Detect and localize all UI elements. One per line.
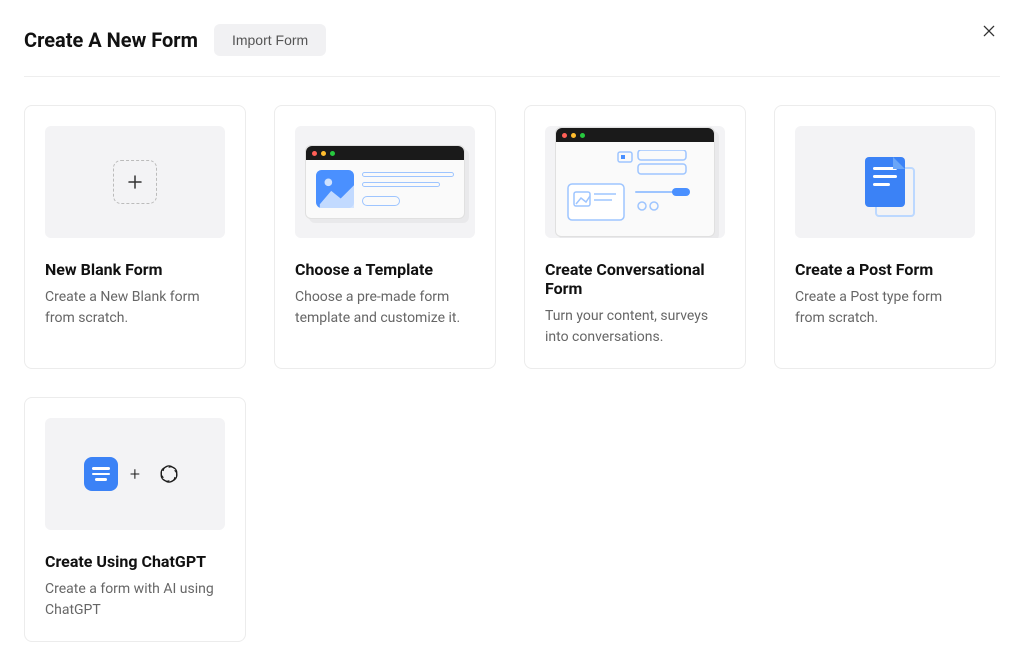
card-preview <box>545 126 725 238</box>
card-title: Choose a Template <box>295 260 475 279</box>
page-title: Create A New Form <box>24 28 198 52</box>
plus-icon-box <box>113 160 157 204</box>
card-new-blank-form[interactable]: New Blank Form Create a New Blank form f… <box>24 105 246 369</box>
close-button[interactable] <box>976 18 1002 44</box>
card-post-form[interactable]: Create a Post Form Create a Post type fo… <box>774 105 996 369</box>
card-description: Create a form with AI using ChatGPT <box>45 579 225 621</box>
chatgpt-icon <box>152 457 186 491</box>
import-form-button[interactable]: Import Form <box>214 24 326 56</box>
card-title: Create a Post Form <box>795 260 975 279</box>
form-app-icon <box>84 457 118 491</box>
card-title: New Blank Form <box>45 260 225 279</box>
conversation-layout-icon <box>566 150 706 222</box>
app-plus-gpt-icon: + <box>84 457 186 491</box>
card-preview <box>295 126 475 238</box>
browser-mockup-icon <box>305 145 465 219</box>
card-preview <box>795 126 975 238</box>
card-description: Turn your content, surveys into conversa… <box>545 306 725 348</box>
card-grid: New Blank Form Create a New Blank form f… <box>24 105 1000 642</box>
card-description: Choose a pre-made form template and cust… <box>295 287 475 329</box>
image-icon <box>316 170 354 208</box>
card-preview <box>45 126 225 238</box>
document-icon <box>865 157 905 207</box>
plus-icon: + <box>130 464 140 485</box>
browser-mockup-icon <box>555 127 715 237</box>
card-preview: + <box>45 418 225 530</box>
card-conversational-form[interactable]: Create Conversational Form Turn your con… <box>524 105 746 369</box>
modal-container: Create A New Form Import Form New Blank … <box>0 0 1024 666</box>
card-create-using-chatgpt[interactable]: + <box>24 397 246 642</box>
close-icon <box>981 23 997 39</box>
card-choose-template[interactable]: Choose a Template Choose a pre-made form… <box>274 105 496 369</box>
card-title: Create Using ChatGPT <box>45 552 225 571</box>
plus-icon <box>126 173 144 191</box>
card-description: Create a Post type form from scratch. <box>795 287 975 329</box>
card-title: Create Conversational Form <box>545 260 725 298</box>
card-description: Create a New Blank form from scratch. <box>45 287 225 329</box>
modal-header: Create A New Form Import Form <box>24 24 1000 77</box>
